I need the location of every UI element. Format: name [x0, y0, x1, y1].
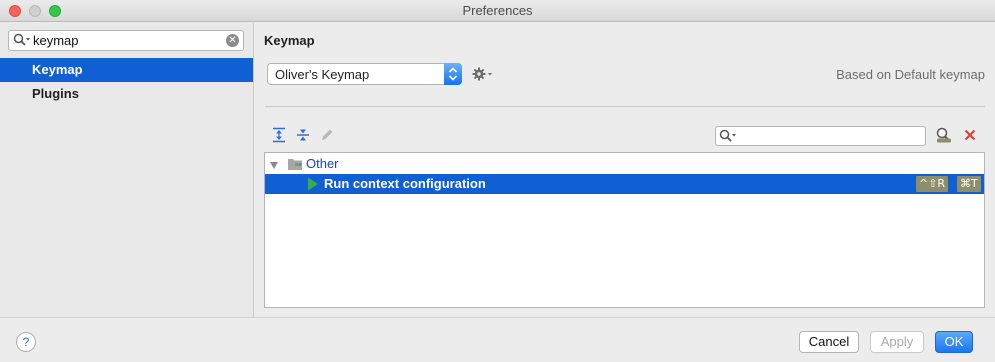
- dropdown-arrows-icon[interactable]: [444, 63, 462, 85]
- divider: [265, 106, 985, 107]
- play-icon: [307, 177, 319, 194]
- window-title: Preferences: [462, 3, 533, 18]
- settings-sidebar: ✕ Keymap Plugins: [0, 23, 254, 317]
- chevron-down-icon[interactable]: [269, 159, 279, 174]
- dialog-footer: ? Cancel Apply OK: [0, 317, 995, 362]
- shortcut-badge: ⌘T: [957, 176, 981, 192]
- sidebar-item-plugins[interactable]: Plugins: [0, 82, 253, 106]
- sidebar-item-keymap[interactable]: Keymap: [0, 58, 253, 82]
- help-button[interactable]: ?: [16, 332, 36, 352]
- search-icon[interactable]: [13, 33, 31, 50]
- maximize-window-button[interactable]: [49, 5, 61, 17]
- expand-all-icon[interactable]: [271, 127, 287, 143]
- close-window-button[interactable]: [9, 5, 21, 17]
- clear-icon[interactable]: ✕: [226, 34, 239, 47]
- search-icon[interactable]: [719, 129, 739, 146]
- collapse-all-icon[interactable]: [295, 127, 311, 143]
- page-title: Keymap: [264, 33, 315, 48]
- ok-button[interactable]: OK: [935, 331, 973, 353]
- settings-search[interactable]: ✕: [8, 30, 244, 51]
- minimize-window-button[interactable]: [29, 5, 41, 17]
- cancel-button[interactable]: Cancel: [799, 331, 859, 353]
- keymap-dropdown-value: Oliver's Keymap: [275, 67, 370, 82]
- tree-action-row[interactable]: Run context configuration ^⇧R ⌘T: [265, 174, 984, 194]
- folder-icon: [287, 157, 303, 174]
- action-filter-input[interactable]: [740, 128, 920, 144]
- pencil-icon[interactable]: [319, 127, 335, 143]
- gear-icon[interactable]: [472, 66, 494, 85]
- keymap-dropdown[interactable]: Oliver's Keymap: [267, 63, 462, 85]
- tree-action-label: Run context configuration: [324, 176, 486, 191]
- title-bar: Preferences: [0, 0, 995, 22]
- actions-tree[interactable]: Other Run context configuration ^⇧R ⌘T: [264, 152, 985, 308]
- keymap-panel: Keymap Oliver's Keymap Based on Default …: [255, 23, 995, 317]
- apply-button[interactable]: Apply: [870, 331, 924, 353]
- action-filter[interactable]: [715, 126, 926, 146]
- close-icon[interactable]: [962, 127, 978, 146]
- shortcut-badge: ^⇧R: [916, 176, 949, 192]
- tree-group-label: Other: [306, 156, 339, 171]
- settings-search-input[interactable]: [33, 32, 223, 49]
- find-shortcut-icon[interactable]: [935, 127, 953, 146]
- tree-group-other[interactable]: Other: [265, 154, 984, 174]
- based-on-label: Based on Default keymap: [836, 67, 985, 82]
